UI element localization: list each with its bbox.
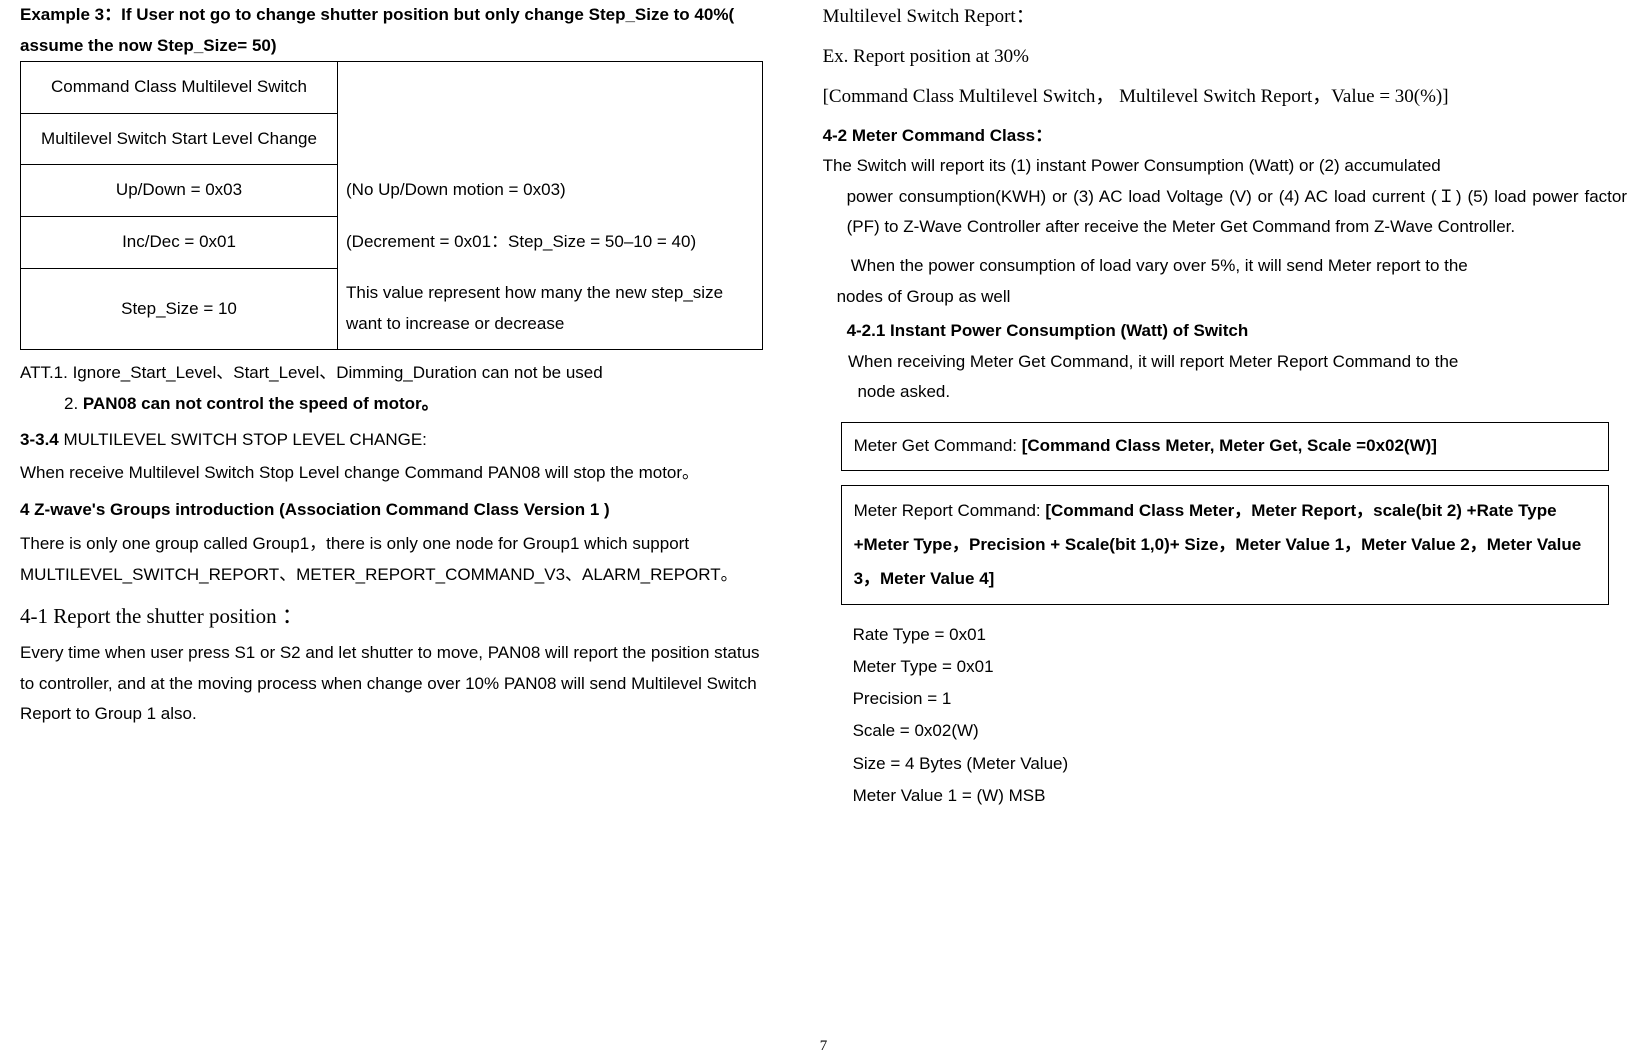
meter-get-box: Meter Get Command: [Command Class Meter,… [841,422,1609,471]
param-meter-value-1: Meter Value 1 = (W) MSB [853,780,1627,812]
att2-prefix: 2. [64,394,83,413]
section-4-2-note: When the power consumption of load vary … [823,251,1627,312]
section-4-1-body: Every time when user press S1 or S2 and … [20,638,763,730]
table-cell: Step_Size = 10 [21,268,338,350]
meter-params: Rate Type = 0x01 Meter Type = 0x01 Preci… [823,619,1627,813]
page-number: 7 [820,1033,828,1060]
section-4-body: There is only one group called Group1，th… [20,529,763,590]
meter-report-box: Meter Report Command: [Command Class Met… [841,485,1609,605]
section-4-2-1-body: When receiving Meter Get Command, it wil… [823,347,1627,408]
multilevel-switch-report-heading: Multilevel Switch Report： [823,0,1627,34]
section-3-3-4-heading: 3-3.4 MULTILEVEL SWITCH STOP LEVEL CHANG… [20,425,763,456]
param-precision: Precision = 1 [853,683,1627,715]
h334-rest: MULTILEVEL SWITCH STOP LEVEL CHANGE: [63,430,426,449]
box2-text: Meter Report Command: [Command Class Met… [854,501,1582,588]
param-meter-type: Meter Type = 0x01 [853,651,1627,683]
table-cell: This value represent how many the new st… [338,268,763,350]
section-4-2-body: The Switch will report its (1) instant P… [823,151,1627,243]
table-cell [338,113,763,165]
box1-prefix: Meter Get Command: [854,436,1022,455]
table-cell: Multilevel Switch Start Level Change [21,113,338,165]
param-scale: Scale = 0x02(W) [853,715,1627,747]
section-4-heading: 4 Z-wave's Groups introduction (Associat… [20,495,763,526]
box2-prefix: Meter Report Command: [854,501,1046,520]
msr-example-line: Ex. Report position at 30% [823,40,1627,74]
example3-title: Example 3：If User not go to change shutt… [20,0,763,61]
att2-bold: PAN08 can not control the speed of motor… [83,394,439,413]
att-note-2: 2. PAN08 can not control the speed of mo… [20,389,763,420]
att-note-1: ATT.1. Ignore_Start_Level、Start_Level、Di… [20,358,763,389]
p42-rest: power consumption(KWH) or (3) AC load Vo… [823,182,1627,243]
table-cell: Command Class Multilevel Switch [21,62,338,114]
box1-bold: [Command Class Meter, Meter Get, Scale =… [1022,436,1437,455]
section-4-2-1-heading: 4-2.1 Instant Power Consumption (Watt) o… [823,316,1627,347]
param-rate-type: Rate Type = 0x01 [853,619,1627,651]
example3-table: Command Class Multilevel Switch Multilev… [20,61,763,350]
table-cell: Up/Down = 0x03 [21,165,338,217]
table-cell [338,62,763,114]
section-3-3-4-body: When receive Multilevel Switch Stop Leve… [20,458,763,489]
section-4-1-heading: 4-1 Report the shutter position ： [20,598,763,636]
h334-prefix: 3-3.4 [20,430,63,449]
table-cell: (Decrement = 0x01：Step_Size = 50–10 = 40… [338,216,763,268]
p42-firstline: The Switch will report its (1) instant P… [823,156,1441,175]
table-cell: Inc/Dec = 0x01 [21,216,338,268]
msr-command-line: [Command Class Multilevel Switch， Multil… [823,80,1627,114]
section-4-2-heading: 4-2 Meter Command Class： [823,121,1627,152]
param-size: Size = 4 Bytes (Meter Value) [853,748,1627,780]
table-cell: (No Up/Down motion = 0x03) [338,165,763,217]
